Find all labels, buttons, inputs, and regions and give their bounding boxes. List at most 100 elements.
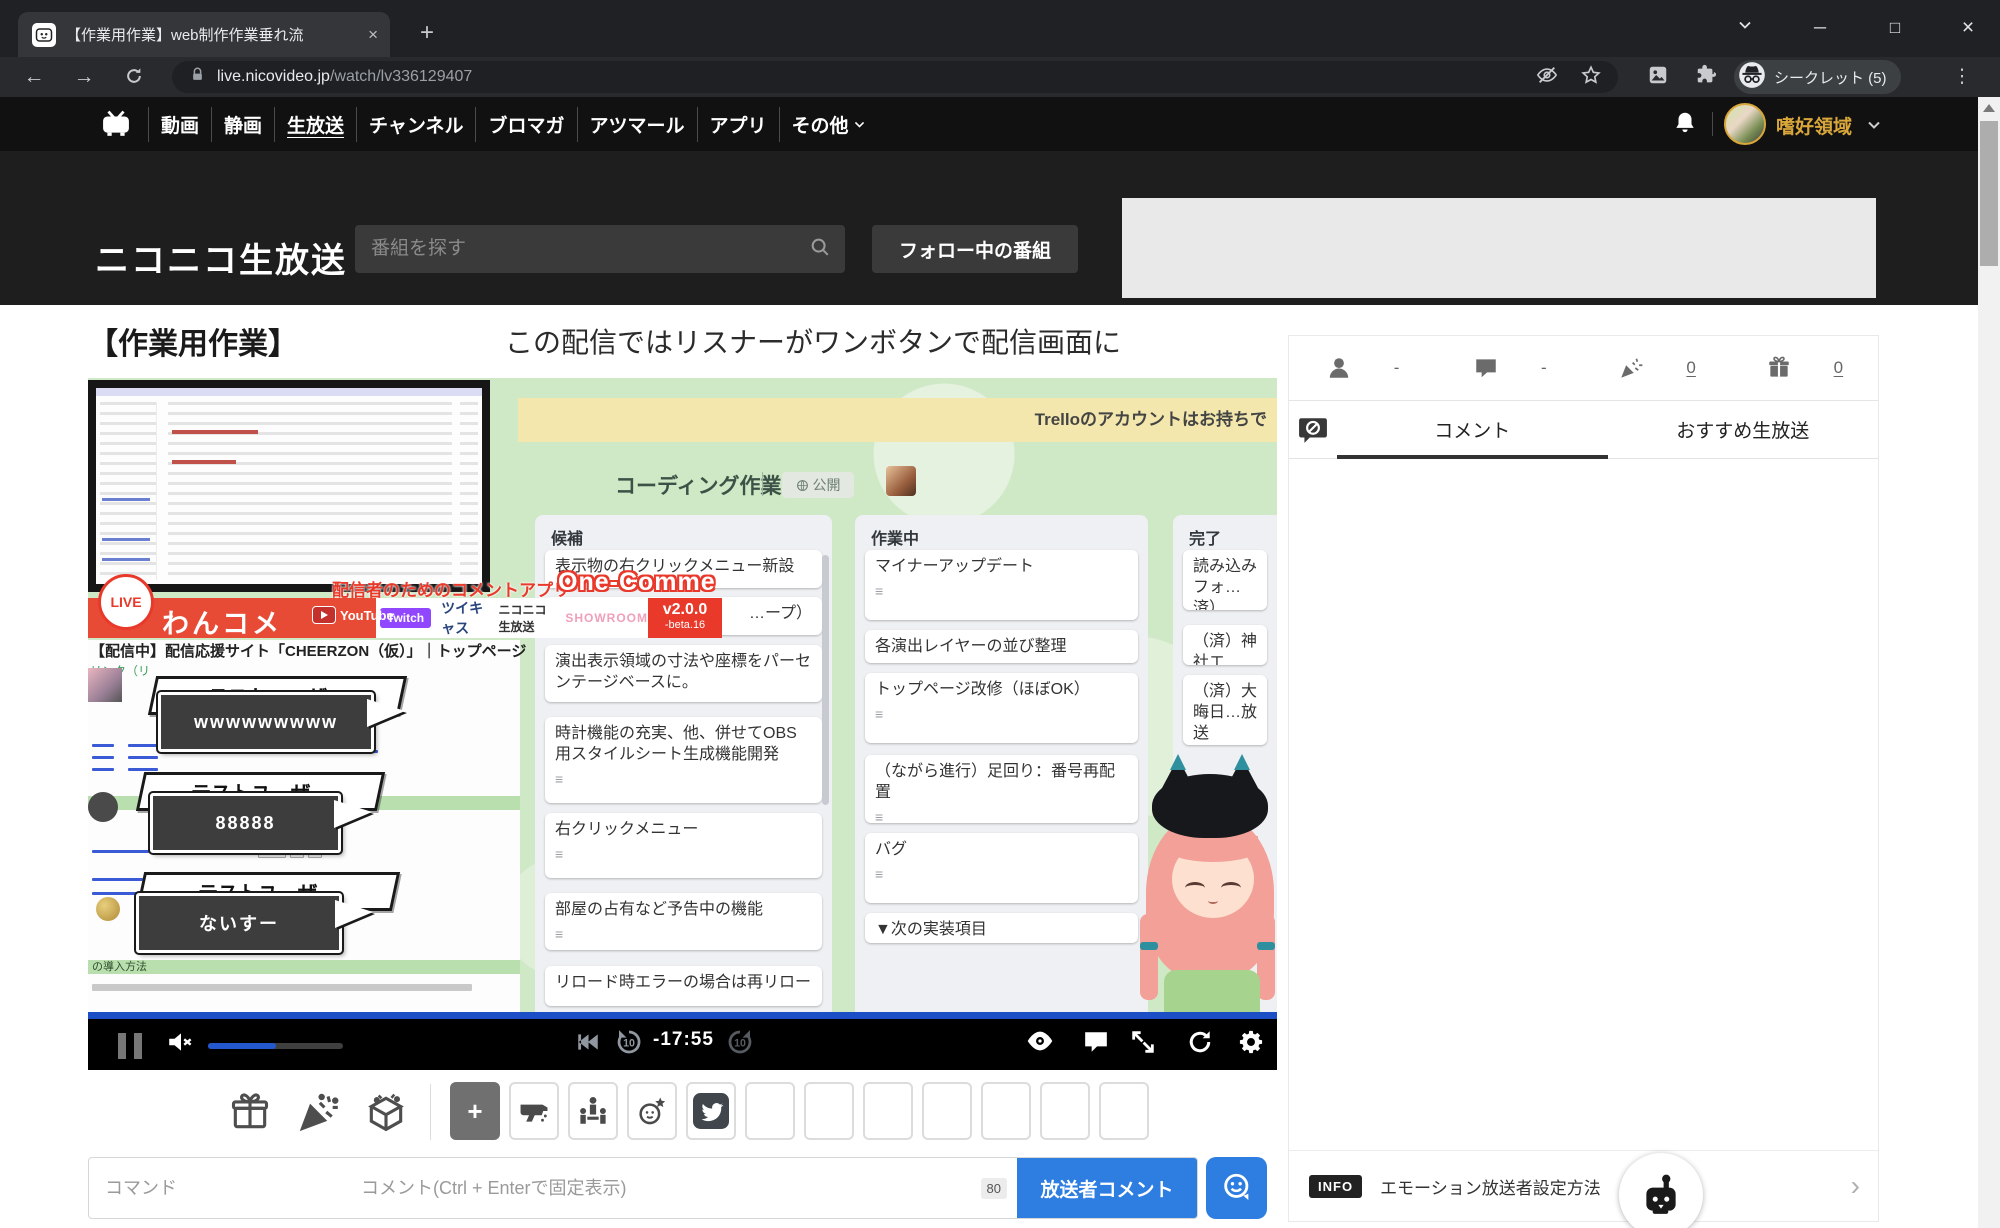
divider	[762, 472, 763, 496]
emotion-info-row[interactable]: INFO エモーション放送者設定方法 ›	[1289, 1150, 1878, 1221]
empty-emotion-slot[interactable]	[745, 1082, 795, 1140]
tab-close-icon[interactable]: ×	[356, 25, 390, 45]
empty-emotion-slot[interactable]	[1040, 1082, 1090, 1140]
empty-emotion-slot[interactable]	[981, 1082, 1031, 1140]
empty-emotion-slot[interactable]	[804, 1082, 854, 1140]
nicolive-logo[interactable]: ニコニコ生放送	[95, 233, 347, 282]
ng-filter-icon[interactable]	[1289, 401, 1337, 458]
window-minimize-button[interactable]: ─	[1800, 10, 1840, 46]
figures-emotion-button[interactable]	[568, 1082, 618, 1140]
add-emotion-button[interactable]: +	[450, 1082, 500, 1140]
search-input[interactable]	[355, 238, 809, 260]
empty-emotion-slot[interactable]	[1099, 1082, 1149, 1140]
nav-item-other[interactable]: その他	[779, 107, 878, 142]
cheerzon-webpage-capture: 【配信中】配信応援サイト「CHEERZON（仮）」｜トップページ リンク（リ	[88, 640, 520, 1012]
nav-item-live[interactable]: 生放送	[274, 107, 356, 142]
reload-button[interactable]	[116, 64, 152, 96]
viewers-stat[interactable]: -	[1289, 355, 1436, 381]
lock-icon	[190, 67, 205, 87]
nav-item-channel[interactable]: チャンネル	[356, 107, 475, 142]
tab-search-chevron-icon[interactable]	[1725, 10, 1765, 46]
gift-icon[interactable]	[228, 1090, 272, 1139]
nav-item-app[interactable]: アプリ	[697, 107, 779, 142]
eye-off-icon[interactable]	[1536, 64, 1558, 91]
party-popper-icon[interactable]	[296, 1090, 340, 1139]
notification-bell-icon[interactable]	[1672, 110, 1698, 141]
video-frame[interactable]: Trelloのアカウントはお持ちで コーディング作業系 公開 候補 表示物の右ク…	[88, 378, 1277, 1012]
comment-input[interactable]	[345, 1158, 981, 1218]
user-menu-chevron-icon[interactable]	[1866, 117, 1882, 138]
hide-comments-eye-icon[interactable]	[1026, 1030, 1054, 1057]
one-comme-logo-text: One-Comme	[558, 568, 716, 597]
comment-bubble: 88888	[150, 793, 341, 853]
program-action-bar: +	[88, 1070, 1277, 1157]
emotion-picker-button[interactable]	[1206, 1157, 1267, 1219]
fullscreen-icon[interactable]	[1129, 1028, 1157, 1061]
address-bar[interactable]: live.nicovideo.jp/watch/lv336129407	[172, 61, 1618, 93]
nav-item-atsumaru[interactable]: アツマール	[577, 107, 697, 142]
back-button[interactable]: ←	[16, 61, 52, 93]
following-programs-button[interactable]: フォロー中の番組	[872, 225, 1078, 273]
trello-card: （済）大晦日…放送≡	[1183, 675, 1267, 745]
volume-slider[interactable]	[208, 1043, 343, 1049]
extension-image-icon[interactable]	[1640, 64, 1676, 96]
program-search-box[interactable]	[355, 225, 845, 273]
command-input[interactable]	[89, 1158, 345, 1218]
coin-avatar	[96, 897, 120, 921]
twitter-share-button[interactable]	[686, 1082, 736, 1140]
browser-menu-kebab-icon[interactable]: ⋮	[1944, 61, 1980, 93]
ad-points-stat[interactable]: 0	[1584, 355, 1731, 381]
comment-input-bar: 80 放送者コメント	[88, 1157, 1198, 1219]
nav-item-blomaga[interactable]: ブロマガ	[475, 107, 576, 142]
forward-button[interactable]: →	[66, 61, 102, 93]
window-close-button[interactable]: ×	[1948, 10, 1988, 46]
reload-player-icon[interactable]	[1186, 1028, 1214, 1061]
nav-item-video[interactable]: 動画	[148, 107, 211, 142]
empty-emotion-slot[interactable]	[922, 1082, 972, 1140]
browser-tab[interactable]: 【作業用作業】web制作作業垂れ流 ×	[18, 12, 390, 57]
volume-muted-icon[interactable]	[166, 1029, 196, 1060]
water-gun-emotion-button[interactable]	[509, 1082, 559, 1140]
comment-bubble: wwwwwwwww	[158, 692, 374, 752]
niconico-live-page: 動画 静画 生放送 チャンネル ブロマガ アツマール アプリ その他 嗜好領域	[0, 97, 2000, 1228]
trello-card: 部屋の占有など予告中の機能≡	[545, 893, 822, 950]
site-favicon-icon	[32, 23, 56, 47]
sidebar-stats-row: - - 0 0	[1289, 336, 1878, 401]
trello-card: バグ≡	[865, 833, 1138, 903]
live-sidebar: - - 0 0 コメント おす	[1288, 335, 1879, 1222]
user-avatar[interactable]	[1724, 103, 1766, 145]
scroll-up-arrow[interactable]	[1983, 104, 1995, 112]
extensions-puzzle-icon[interactable]	[1688, 64, 1724, 96]
video-player[interactable]: Trelloのアカウントはお持ちで コーディング作業系 公開 候補 表示物の右ク…	[88, 378, 1277, 1070]
sidebar-tabs: コメント おすすめ生放送	[1289, 401, 1878, 459]
forward-10-icon[interactable]: 10	[725, 1027, 755, 1062]
search-icon[interactable]	[809, 236, 831, 263]
window-maximize-button[interactable]: □	[1875, 10, 1915, 46]
empty-emotion-slot[interactable]	[863, 1082, 913, 1140]
skip-to-start-icon[interactable]	[575, 1031, 601, 1058]
niconico-tv-logo-icon[interactable]	[100, 110, 132, 143]
user-name[interactable]: 嗜好領域	[1776, 112, 1852, 139]
comment-toggle-icon[interactable]	[1083, 1030, 1109, 1059]
tab-comments[interactable]: コメント	[1337, 401, 1608, 458]
incognito-spy-icon	[1738, 61, 1766, 93]
page-scrollbar[interactable]	[1978, 97, 2000, 1228]
player-settings-gear-icon[interactable]	[1237, 1028, 1265, 1061]
rewind-10-icon[interactable]: 10	[614, 1027, 644, 1062]
scrollbar-thumb[interactable]	[1980, 121, 1998, 266]
seek-bar[interactable]	[88, 1012, 1277, 1019]
broadcaster-comment-button[interactable]: 放送者コメント	[1017, 1158, 1197, 1218]
idol-emotion-button[interactable]	[627, 1082, 677, 1140]
gifts-stat[interactable]: 0	[1731, 355, 1878, 381]
trello-card: （ながら進行）足回り：番号再配置≡	[865, 755, 1138, 823]
bookmark-star-icon[interactable]	[1580, 64, 1602, 91]
column-scrollbar	[822, 555, 829, 805]
new-tab-button[interactable]: +	[420, 18, 434, 48]
info-text: エモーション放送者設定方法	[1380, 1174, 1601, 1199]
nav-item-seiga[interactable]: 静画	[211, 107, 274, 142]
tab-recommended-live[interactable]: おすすめ生放送	[1608, 401, 1879, 458]
gift-box-open-icon[interactable]	[364, 1090, 408, 1139]
playback-time: -17:55	[653, 1029, 714, 1051]
comments-stat[interactable]: -	[1436, 355, 1583, 381]
chevron-right-icon[interactable]: ›	[1851, 1170, 1860, 1202]
